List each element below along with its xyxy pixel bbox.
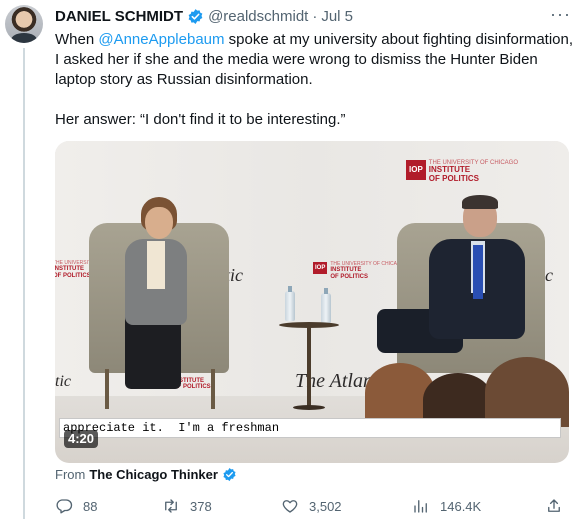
video-source: From The Chicago Thinker [55,467,241,482]
tweet-text-answer: Her answer: “I don't find it to be inter… [55,111,346,128]
reply-button[interactable]: 88 [55,497,97,515]
verified-badge-icon [188,8,203,24]
verified-badge-icon [223,467,236,482]
views-icon [414,500,427,513]
share-icon [548,499,560,512]
retweet-icon [165,499,177,513]
video-caption: appreciate it. I'm a freshman [59,418,561,438]
tweet-text-prefix: When [55,31,99,48]
more-icon[interactable]: ··· [550,4,571,25]
video-player[interactable]: IOP THE UNIVERSITY OF CHICAGO INSTITUTE OF… [55,141,569,463]
reply-count: 88 [83,498,98,514]
views-button[interactable]: 146.4K [412,497,481,515]
like-count: 3,502 [309,498,342,514]
reply-icon [56,499,73,514]
like-icon [282,500,298,513]
header-separator: · [312,7,318,25]
retweet-button[interactable]: 378 [162,497,212,515]
tweet-text: When @AnneApplebaum spoke at my universi… [55,30,575,130]
tweet-actions: 88 378 3,502 146.4K [55,497,569,517]
tweet-header: DANIEL SCHMIDT @realdschmidt · Jul 5 [55,6,353,26]
audience-member [485,357,569,427]
water-bottle [285,286,295,321]
iop-logo-middle: IOP THE UNIVERSITY OF CHICAGO INSTITUTE OF… [313,261,405,280]
iop-logo-top: IOP THE UNIVERSITY OF CHICAGO INSTITUTE OF… [406,160,518,183]
retweet-count: 378 [190,498,212,514]
video-source-link[interactable]: The Chicago Thinker [89,467,218,482]
side-table-base [293,405,325,410]
share-button[interactable] [545,497,573,515]
like-button[interactable]: 3,502 [281,497,342,515]
video-duration: 4:20 [64,430,99,448]
views-count: 146.4K [440,498,482,514]
thread-line [23,48,25,519]
left-chair-leg [105,369,109,409]
author-handle[interactable]: @realdschmidt [208,8,308,25]
backdrop-script-3: tic [55,373,71,390]
left-chair-leg [211,369,215,409]
video-source-prefix: From [55,467,86,482]
mention-link[interactable]: @AnneApplebaum [98,31,224,48]
tweet-date[interactable]: Jul 5 [321,8,353,25]
side-table-stem [307,327,311,407]
water-bottle [321,288,331,323]
author-avatar[interactable] [5,5,43,43]
author-name[interactable]: DANIEL SCHMIDT [55,8,183,25]
